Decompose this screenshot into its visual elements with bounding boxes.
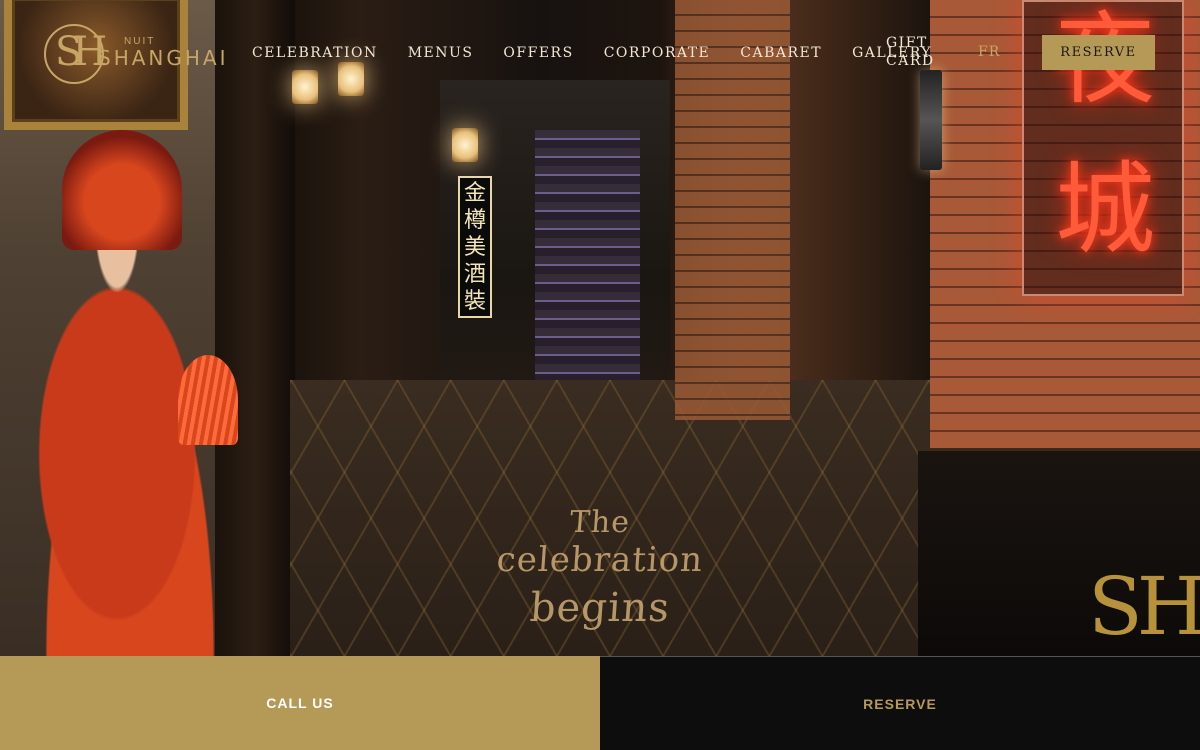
logo-name: SHANGHAI — [98, 46, 229, 70]
vertical-sign: 金樽美酒裝 — [458, 176, 492, 318]
counter-monogram: SH — [1088, 560, 1200, 653]
menu-item-offers[interactable]: OFFERS — [503, 44, 573, 62]
tagline-line-1: The — [568, 505, 632, 540]
neon-char-2: 城 — [1055, 151, 1155, 268]
menu-item-celebration[interactable]: CELEBRATION — [252, 44, 378, 62]
bottom-action-bar: CALL US RESERVE — [0, 656, 1200, 750]
wall-lamp — [452, 128, 478, 162]
bottle-shelf — [535, 130, 640, 380]
logo-wordmark: NUIT SHANGHAI — [98, 36, 229, 70]
page: 金樽美酒裝 夜 城 SH The celebration begins SH N… — [0, 0, 1200, 750]
tagline-line-2: celebration — [495, 540, 705, 580]
logo-monogram-icon: SH — [44, 24, 107, 84]
call-us-button[interactable]: CALL US — [0, 656, 600, 750]
logo-small-text: NUIT — [124, 36, 156, 47]
performer-headdress — [62, 130, 182, 250]
reserve-button-bottom[interactable]: RESERVE — [600, 656, 1200, 750]
performer-fan — [178, 355, 238, 445]
menu-item-gift-card[interactable]: GIFT CARD — [886, 34, 946, 70]
brand-logo[interactable]: SH NUIT SHANGHAI — [44, 24, 229, 84]
tagline-line-3: begins — [528, 585, 672, 631]
menu-item-cabaret[interactable]: CABARET — [740, 44, 822, 62]
main-menu: CELEBRATION MENUS OFFERS CORPORATE CABAR… — [252, 44, 962, 62]
menu-item-corporate[interactable]: CORPORATE — [604, 44, 711, 62]
reserve-button-top[interactable]: RESERVE — [1042, 35, 1155, 70]
top-navigation: SH NUIT SHANGHAI CELEBRATION MENUS OFFER… — [0, 0, 1200, 100]
language-switch[interactable]: FR — [978, 44, 1000, 60]
menu-item-menus[interactable]: MENUS — [408, 44, 474, 62]
logo-monogram: SH — [55, 29, 107, 75]
